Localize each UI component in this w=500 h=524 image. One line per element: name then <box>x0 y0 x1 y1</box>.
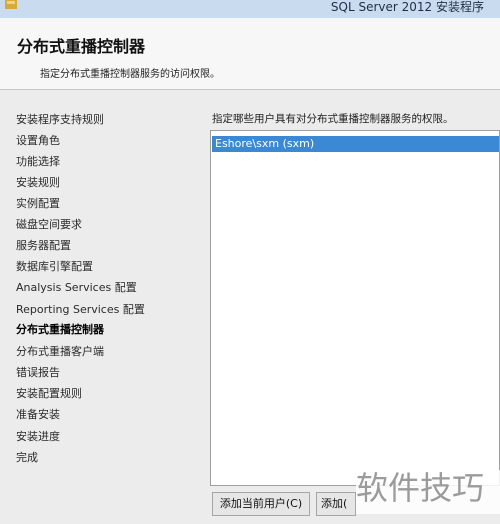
page-title: 分布式重播控制器 <box>17 37 146 56</box>
nav-item-analysis-services[interactable]: Analysis Services 配置 <box>16 279 137 297</box>
watermark-text: 软件技巧 <box>356 469 485 507</box>
nav-item-disk-space[interactable]: 磁盘空间要求 <box>16 216 82 234</box>
nav-item-support-rules[interactable]: 安装程序支持规则 <box>16 111 104 129</box>
nav-item-ready-to-install[interactable]: 准备安装 <box>16 406 60 424</box>
nav-item-feature-selection[interactable]: 功能选择 <box>16 153 60 171</box>
nav-item-install-progress[interactable]: 安装进度 <box>16 428 60 446</box>
nav-item-db-engine-config[interactable]: 数据库引擎配置 <box>16 258 93 276</box>
add-button[interactable]: 添加( <box>316 492 356 516</box>
title-bar: SQL Server 2012 安装程序 <box>0 0 500 18</box>
list-item[interactable]: Eshore\sxm (sxm) <box>212 136 499 152</box>
nav-item-server-config[interactable]: 服务器配置 <box>16 237 71 255</box>
nav-item-replay-controller[interactable]: 分布式重播控制器 <box>16 321 104 339</box>
nav-item-error-reporting[interactable]: 错误报告 <box>16 364 60 382</box>
nav-item-setup-role[interactable]: 设置角色 <box>16 132 60 150</box>
add-current-user-button[interactable]: 添加当前用户(C) <box>212 492 310 516</box>
nav-item-instance-config[interactable]: 实例配置 <box>16 195 60 213</box>
window-title: SQL Server 2012 安装程序 <box>330 0 484 14</box>
nav-item-install-rules[interactable]: 安装规则 <box>16 174 60 192</box>
nav-item-replay-client[interactable]: 分布式重播客户端 <box>16 343 104 361</box>
page-description: 指定分布式重播控制器服务的访问权限。 <box>40 69 220 80</box>
page-header: 分布式重播控制器 指定分布式重播控制器服务的访问权限。 <box>0 18 500 90</box>
nav-item-reporting-services[interactable]: Reporting Services 配置 <box>16 301 145 319</box>
sql-server-setup-icon <box>5 0 17 9</box>
permissions-prompt: 指定哪些用户具有对分布式重播控制器服务的权限。 <box>212 113 454 125</box>
steps-sidebar: 安装程序支持规则 设置角色 功能选择 安装规则 实例配置 磁盘空间要求 服务器配… <box>0 104 200 524</box>
user-list[interactable]: Eshore\sxm (sxm) <box>210 130 500 486</box>
nav-item-complete[interactable]: 完成 <box>16 449 38 467</box>
watermark: 软件技巧 <box>356 470 500 514</box>
nav-item-install-config-rules[interactable]: 安装配置规则 <box>16 385 82 403</box>
